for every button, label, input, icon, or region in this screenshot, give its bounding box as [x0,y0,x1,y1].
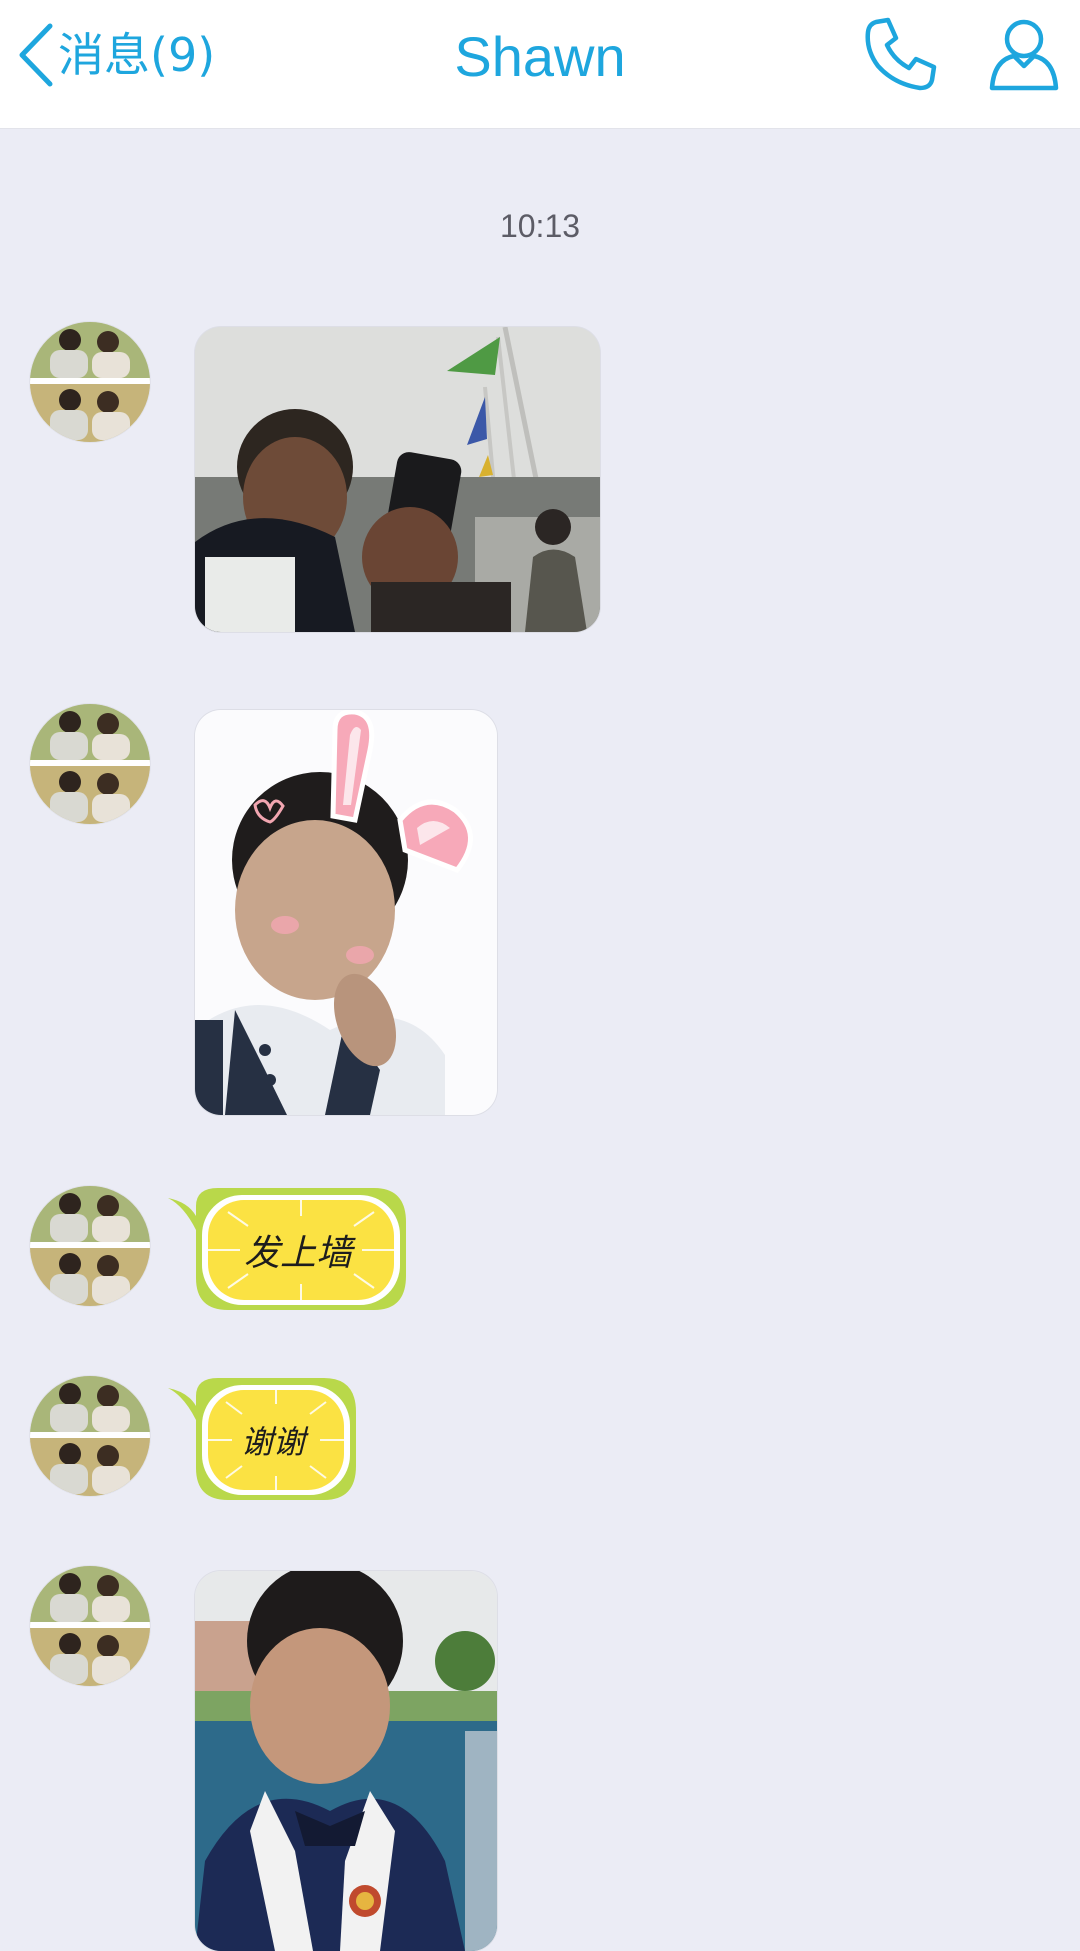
person-icon [989,19,1059,91]
sender-avatar[interactable] [30,1186,150,1306]
message-timestamp: 10:13 [499,208,581,244]
avatar-image [30,322,150,442]
photo-image [195,710,497,1115]
avatar-image [30,704,150,824]
avatar-image [30,1566,150,1686]
photo-image [195,1571,497,1951]
sender-avatar[interactable] [30,704,150,824]
sender-avatar[interactable] [30,322,150,442]
image-message[interactable] [195,710,497,1115]
sticker-text: 谢谢 [240,1423,305,1461]
sticker-text: 发上墙 [243,1233,352,1274]
navigation-bar: 消息(9) Shawn [0,0,1080,129]
sender-avatar[interactable] [30,1376,150,1496]
sticker-bubble[interactable]: 谢谢 [168,1376,358,1504]
image-message[interactable] [195,327,600,632]
profile-button[interactable] [984,14,1064,94]
image-message[interactable] [195,1571,497,1951]
sticker-bubble[interactable]: 发上墙 [168,1186,408,1314]
phone-icon [865,17,937,91]
avatar-image [30,1186,150,1306]
avatar-image [30,1376,150,1496]
sender-avatar[interactable] [30,1566,150,1686]
photo-image [195,327,600,632]
call-button[interactable] [860,14,940,94]
